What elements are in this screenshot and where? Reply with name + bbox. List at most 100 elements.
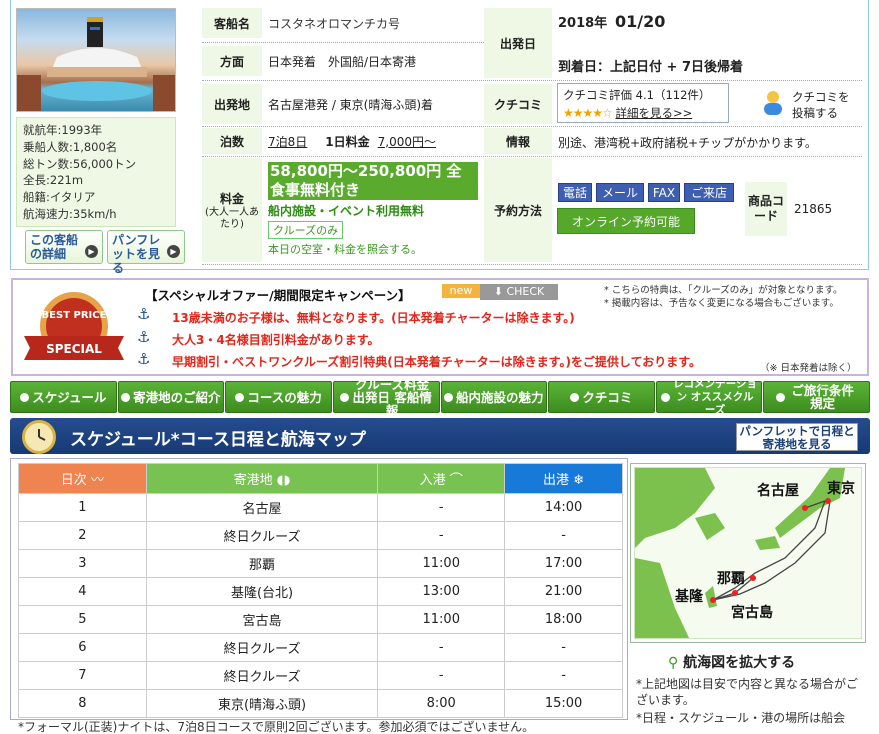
nav-label: スケジュール bbox=[32, 389, 107, 405]
day-price-value[interactable]: 7,000円〜 bbox=[378, 133, 436, 150]
price-sub-label: (大人一人あたり) bbox=[205, 206, 259, 230]
cell-arrival: - bbox=[377, 493, 506, 522]
anchor-icon: ⚓ bbox=[137, 305, 151, 323]
post-review-link[interactable]: クチコミを投稿する bbox=[792, 89, 860, 121]
pamphlet-label: パンフレットを見る bbox=[112, 233, 161, 275]
ship-name-label: 客船名 bbox=[202, 8, 262, 38]
nav-label: クチコミ bbox=[582, 389, 633, 405]
star-rating-icon: ★★★★☆ bbox=[563, 106, 613, 120]
spec-tonnage: 総トン数:56,000トン bbox=[23, 156, 137, 171]
table-row: 8 東京(晴海ふ頭) 8:00 15:00 bbox=[18, 689, 623, 718]
online-booking-button[interactable]: オンライン予約可能 bbox=[557, 208, 695, 234]
best-price-badge: BEST PRICE SPECIAL bbox=[20, 288, 128, 368]
section-title: スケジュール*コース日程と航海マップ bbox=[70, 430, 366, 450]
depart-place-value: 名古屋港発 / 東京(晴海ふ頭)着 bbox=[268, 97, 434, 112]
formal-night-note: *フォーマル(正装)ナイトは、7泊8日コースで原則2回ございます。参加必須ではご… bbox=[18, 720, 535, 734]
nav-conditions[interactable]: ご旅行条件 規定 bbox=[763, 381, 870, 413]
cell-arrival: 11:00 bbox=[377, 549, 506, 578]
campaign-item-3: 早期割引・ベストワンクルーズ割引特典(日本発着チャーターは除きます。)をご提供し… bbox=[172, 355, 702, 369]
booking-phone-button[interactable]: 電話 bbox=[558, 183, 592, 202]
map-note-2: *日程・スケジュール・港の場所は船会 bbox=[636, 711, 846, 725]
cell-departure: 18:00 bbox=[504, 605, 623, 634]
cell-day: 8 bbox=[18, 689, 147, 718]
depart-date: 2018年 01/20 bbox=[558, 12, 665, 31]
nav-recommend[interactable]: レコメンデーション オススメクルーズ bbox=[655, 378, 763, 416]
price-label-cell: 料金 (大人一人あたり) bbox=[202, 158, 262, 262]
ship-specs: 就航年:1993年 乗船人数:1,800名 総トン数:56,000トン 全長:2… bbox=[16, 117, 176, 227]
schedule-table: 日次 〰 寄港地 ◖◗ 入港 ⌒ 出港 ❄ 1 名古屋 -14:00 2 終日クルーズ… bbox=[18, 463, 623, 718]
review-label: クチコミ bbox=[484, 84, 552, 124]
cell-departure: 17:00 bbox=[504, 549, 623, 578]
bullet-icon bbox=[235, 392, 245, 402]
nav-label: 寄港地のご紹介 bbox=[133, 389, 221, 405]
depart-date-label: 出発日 bbox=[484, 8, 552, 78]
map-label-miyako: 宮古島 bbox=[731, 605, 773, 621]
snowflake-icon: ❄ bbox=[573, 473, 585, 488]
nav-schedule[interactable]: スケジュール bbox=[10, 381, 117, 413]
cell-arrival: 8:00 bbox=[377, 689, 506, 718]
cell-day: 6 bbox=[18, 633, 147, 662]
price-check-link[interactable]: 本日の空室・料金を照会する。 bbox=[268, 241, 478, 257]
arrival-date: 到着日：上記日付 + 7日後帰着 bbox=[558, 60, 743, 75]
ship-detail-button[interactable]: この客船の詳細 ▶ bbox=[25, 230, 103, 264]
wave-icon: ⌒ bbox=[449, 473, 463, 488]
ship-photo[interactable] bbox=[16, 8, 176, 112]
table-row: 3 那覇 11:00 17:00 bbox=[18, 549, 623, 578]
new-tag: new bbox=[442, 284, 480, 298]
check-arrow-icon: ⬇ bbox=[493, 285, 503, 298]
cell-departure: 15:00 bbox=[504, 689, 623, 718]
info-value: 別途、港湾税+政府諸税+チップがかかります。 bbox=[558, 136, 817, 150]
section-nav: スケジュール 寄港地のご紹介 コースの魅力 クルーズ料金 出発日 客船情報 船内… bbox=[10, 378, 870, 417]
bullet-icon bbox=[775, 392, 785, 402]
nav-price[interactable]: クルーズ料金 出発日 客船情報 bbox=[332, 378, 440, 417]
cell-departure: - bbox=[504, 661, 623, 690]
pamphlet-itinerary-button[interactable]: パンフレットで日程と寄港地を見る bbox=[736, 423, 858, 451]
col-day: 日次 〰 bbox=[18, 463, 147, 494]
booking-label: 予約方法 bbox=[484, 158, 552, 262]
table-row: 5 宮古島 11:00 18:00 bbox=[18, 605, 623, 634]
bullet-icon bbox=[20, 392, 30, 402]
nav-label: レコメンデーション オススメクルーズ bbox=[673, 377, 757, 416]
seagull-icon: 〰 bbox=[90, 473, 104, 488]
map-zoom-link[interactable]: ⚲ 航海図を拡大する bbox=[668, 652, 795, 672]
anchor-icon: ⚓ bbox=[137, 350, 151, 368]
cell-arrival: 13:00 bbox=[377, 577, 506, 606]
review-detail-link[interactable]: 詳細を見る>> bbox=[615, 106, 692, 120]
info-label: 情報 bbox=[484, 128, 552, 154]
nights-value[interactable]: 7泊8日 bbox=[268, 133, 307, 150]
cell-port: 東京(晴海ふ頭) bbox=[145, 689, 379, 718]
cell-port: 那覇 bbox=[145, 549, 379, 578]
cell-arrival: - bbox=[377, 633, 506, 662]
cell-departure: - bbox=[504, 633, 623, 662]
pamphlet-button[interactable]: パンフレットを見る ▶ bbox=[107, 230, 185, 275]
nights-label: 泊数 bbox=[202, 128, 262, 154]
campaign-item-1: 13歳未満のお子様は、無料となります。(日本発着チャーターは除きます。) bbox=[172, 311, 575, 325]
clock-icon bbox=[22, 420, 56, 454]
product-code-label: 商品コード bbox=[745, 182, 787, 236]
nav-course[interactable]: コースの魅力 bbox=[225, 381, 332, 413]
col-port-label: 寄港地 bbox=[233, 473, 273, 488]
nav-label: コースの魅力 bbox=[247, 389, 322, 405]
price-value: 58,800円〜250,800円 全食事無料付き bbox=[268, 162, 478, 200]
depart-day: 01/20 bbox=[615, 12, 666, 31]
route-map[interactable]: 名古屋 東京 那覇 基隆 宮古島 bbox=[630, 463, 866, 643]
table-row: 4 基隆(台北) 13:00 21:00 bbox=[18, 577, 623, 606]
cell-port: 宮古島 bbox=[145, 605, 379, 634]
col-arrival-label: 入港 bbox=[419, 473, 446, 488]
booking-fax-button[interactable]: FAX bbox=[648, 183, 680, 202]
nav-facilities[interactable]: 船内施設の魅力 bbox=[440, 381, 548, 413]
booking-mail-button[interactable]: メール bbox=[596, 183, 644, 202]
nav-label: 船内施設の魅力 bbox=[456, 389, 544, 405]
map-zoom-label: 航海図を拡大する bbox=[683, 655, 796, 671]
cell-day: 4 bbox=[18, 577, 147, 606]
campaign-item-2: 大人3・4名様目割引料金があります。 bbox=[172, 333, 380, 347]
booking-store-button[interactable]: ご来店 bbox=[684, 183, 734, 202]
user-avatar-icon bbox=[762, 90, 784, 116]
day-price-label: 1日料金 bbox=[325, 134, 370, 149]
cell-arrival: 11:00 bbox=[377, 605, 506, 634]
nav-reviews[interactable]: クチコミ bbox=[548, 381, 655, 413]
map-label-keelung: 基隆 bbox=[675, 589, 703, 605]
nav-ports[interactable]: 寄港地のご紹介 bbox=[117, 381, 225, 413]
map-label-tokyo: 東京 bbox=[827, 481, 855, 497]
price-block: 58,800円〜250,800円 全食事無料付き 船内施設・イベント利用無料 ク… bbox=[268, 162, 478, 257]
